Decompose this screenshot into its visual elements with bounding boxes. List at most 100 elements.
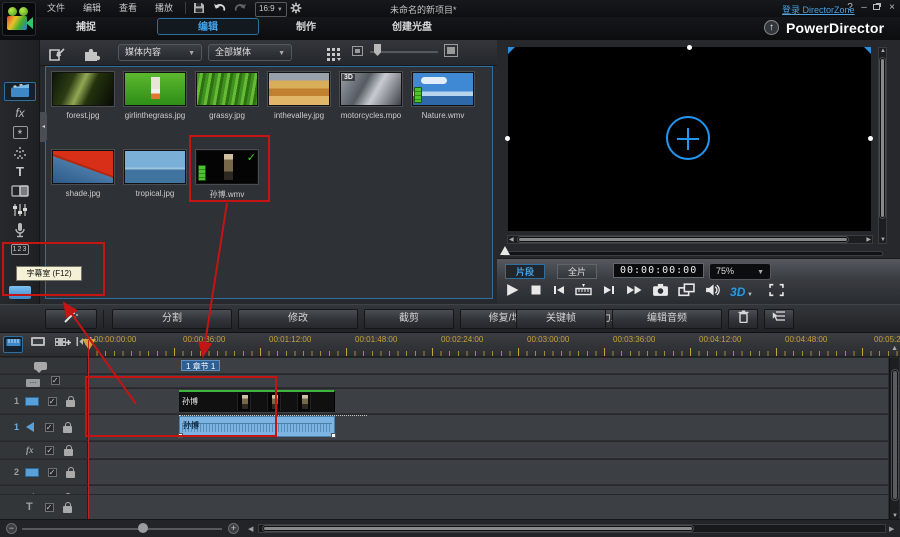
clip-mode-tab[interactable]: 片段 xyxy=(505,264,545,279)
tab-produce[interactable]: 制作 xyxy=(282,19,330,36)
redo-icon[interactable] xyxy=(234,2,247,17)
timeline-scroll-up-icon[interactable]: ▲ xyxy=(891,345,898,352)
seek-slider-thumb[interactable] xyxy=(500,246,510,255)
plugin-puzzle-icon[interactable] xyxy=(83,46,100,65)
tab-create-disc[interactable]: 创建光盘 xyxy=(378,19,446,36)
timecode-display[interactable]: 00:00:00:00 xyxy=(613,263,704,278)
movie-mode-tab[interactable]: 全片 xyxy=(557,264,597,279)
add-film-tool[interactable] xyxy=(52,336,72,353)
play-button[interactable] xyxy=(505,283,520,300)
chapter-room-button[interactable]: 123 xyxy=(4,243,36,262)
voiceover-room-button[interactable] xyxy=(4,222,36,241)
video1-lock-icon[interactable] xyxy=(66,400,75,407)
subtitle-room-button[interactable]: ... xyxy=(4,286,36,305)
crop-handle-right[interactable] xyxy=(868,136,873,141)
title-enable-checkbox[interactable]: ✓ xyxy=(45,503,54,512)
movie-view-tool[interactable] xyxy=(28,336,48,353)
large-thumbnail-icon[interactable] xyxy=(444,44,458,57)
chapter-marker[interactable]: 1 章节 1 xyxy=(181,360,220,371)
zoom-out-button[interactable]: − xyxy=(6,523,17,534)
menu-view[interactable]: 查看 xyxy=(110,0,146,17)
category-dropdown[interactable]: 媒体内容▼ xyxy=(118,44,202,61)
pip-objects-room-button[interactable]: * xyxy=(4,126,36,145)
media-item[interactable]: inthevalley.jpg xyxy=(264,72,334,138)
undock-preview-button[interactable] xyxy=(678,283,695,300)
delete-button[interactable] xyxy=(728,309,758,329)
media-item[interactable]: tropical.jpg xyxy=(120,150,190,216)
video-clip[interactable]: 孙博 xyxy=(179,390,335,412)
upgrade-icon[interactable]: ↑ xyxy=(764,20,779,35)
video1-enable-checkbox[interactable]: ✓ xyxy=(48,397,57,406)
save-icon[interactable] xyxy=(193,2,205,17)
video2-lock-icon[interactable] xyxy=(66,471,75,478)
restore-button[interactable] xyxy=(868,2,884,15)
volume-button[interactable] xyxy=(705,283,720,300)
stop-button[interactable] xyxy=(530,283,542,300)
hscroll-thumb[interactable] xyxy=(518,237,848,242)
ruler-select-tool[interactable] xyxy=(3,336,23,353)
audio-clip-selected[interactable]: 孙博 xyxy=(179,416,335,437)
timeline-hscrollbar[interactable] xyxy=(258,524,886,533)
edit-audio-button[interactable]: 编辑音频 xyxy=(612,309,722,329)
crop-handle-top[interactable] xyxy=(687,45,692,50)
crop-handle-left[interactable] xyxy=(505,136,510,141)
split-button[interactable]: 分割 xyxy=(112,309,232,329)
next-frame-button[interactable] xyxy=(602,283,616,300)
tab-capture[interactable]: 捕捉 xyxy=(62,19,110,36)
audio1-enable-checkbox[interactable]: ✓ xyxy=(45,423,54,432)
clip-handle-left[interactable] xyxy=(178,433,183,438)
timeline-ruler[interactable]: 00:00:00:00 00:00:36:00 00:01:12:00 00:0… xyxy=(88,333,900,357)
scroll-up-icon[interactable]: ▲ xyxy=(880,48,886,54)
title-room-button[interactable]: T xyxy=(4,164,36,183)
media-item[interactable]: 3D motorcycles.mpo xyxy=(336,72,406,138)
settings-gear-icon[interactable] xyxy=(290,2,302,17)
timeline-scroll-left-icon[interactable]: ◀ xyxy=(248,525,253,533)
keyframe-button[interactable]: 关键帧 xyxy=(516,309,606,329)
previous-frame-button[interactable] xyxy=(552,283,566,300)
preview-vscrollbar[interactable]: ▲ ▼ xyxy=(878,47,887,244)
timeline-vscroll-thumb[interactable] xyxy=(892,370,898,500)
aspect-ratio-dropdown[interactable]: 16:9 ▼ xyxy=(255,2,287,17)
transition-room-button[interactable] xyxy=(4,184,36,203)
zoom-in-button[interactable]: + xyxy=(228,523,239,534)
video2-enable-checkbox[interactable]: ✓ xyxy=(48,468,57,477)
track-manager-button[interactable] xyxy=(764,309,794,329)
particle-room-button[interactable] xyxy=(4,146,36,165)
scroll-left-icon[interactable]: ◀ xyxy=(509,236,514,243)
import-media-icon[interactable] xyxy=(48,47,66,65)
panel-collapse-handle[interactable]: ◂ xyxy=(40,112,47,142)
media-item-selected[interactable]: ✓ 孙博.wmv xyxy=(192,150,262,216)
preview-hscrollbar[interactable]: ◀ ▶ xyxy=(507,235,873,244)
crop-corner-topright[interactable] xyxy=(864,47,871,54)
fx-enable-checkbox[interactable]: ✓ xyxy=(45,446,54,455)
preview-video-area[interactable] xyxy=(508,47,871,231)
scroll-right-icon[interactable]: ▶ xyxy=(866,236,871,243)
audio1-lock-icon[interactable] xyxy=(63,426,72,433)
title-lock-icon[interactable] xyxy=(63,506,72,513)
small-thumbnail-icon[interactable] xyxy=(352,46,363,56)
media-item[interactable]: forest.jpg xyxy=(48,72,118,138)
undo-icon[interactable] xyxy=(213,2,226,17)
magic-tools-button[interactable] xyxy=(45,309,97,329)
media-item[interactable]: Nature.wmv xyxy=(408,72,478,138)
fast-forward-button[interactable] xyxy=(626,283,642,300)
seek-marker-button[interactable] xyxy=(575,283,592,300)
modify-button[interactable]: 修改 xyxy=(238,309,358,329)
menu-file[interactable]: 文件 xyxy=(38,0,74,17)
fullscreen-button[interactable] xyxy=(769,283,784,300)
media-item[interactable]: grassy.jpg xyxy=(192,72,262,138)
media-room-button[interactable] xyxy=(4,82,36,101)
timeline-hscroll-thumb[interactable] xyxy=(263,526,693,531)
subtitle-enable-checkbox[interactable]: ✓ xyxy=(51,376,60,385)
crop-corner-topleft[interactable] xyxy=(508,47,515,54)
fx-lock-icon[interactable] xyxy=(64,449,73,456)
timeline-zoom-thumb[interactable] xyxy=(138,523,148,533)
timeline-zoom-slider[interactable] xyxy=(22,528,222,530)
seek-slider[interactable] xyxy=(503,251,883,256)
audio-mixing-room-button[interactable] xyxy=(4,203,36,222)
preview-zoom-dropdown[interactable]: 75%▼ xyxy=(709,263,771,280)
effect-room-button[interactable]: fx xyxy=(4,106,36,125)
playhead-line[interactable] xyxy=(88,340,89,519)
trim-button[interactable]: 截剪 xyxy=(364,309,454,329)
timeline-scroll-right-icon[interactable]: ▶ xyxy=(889,525,894,533)
